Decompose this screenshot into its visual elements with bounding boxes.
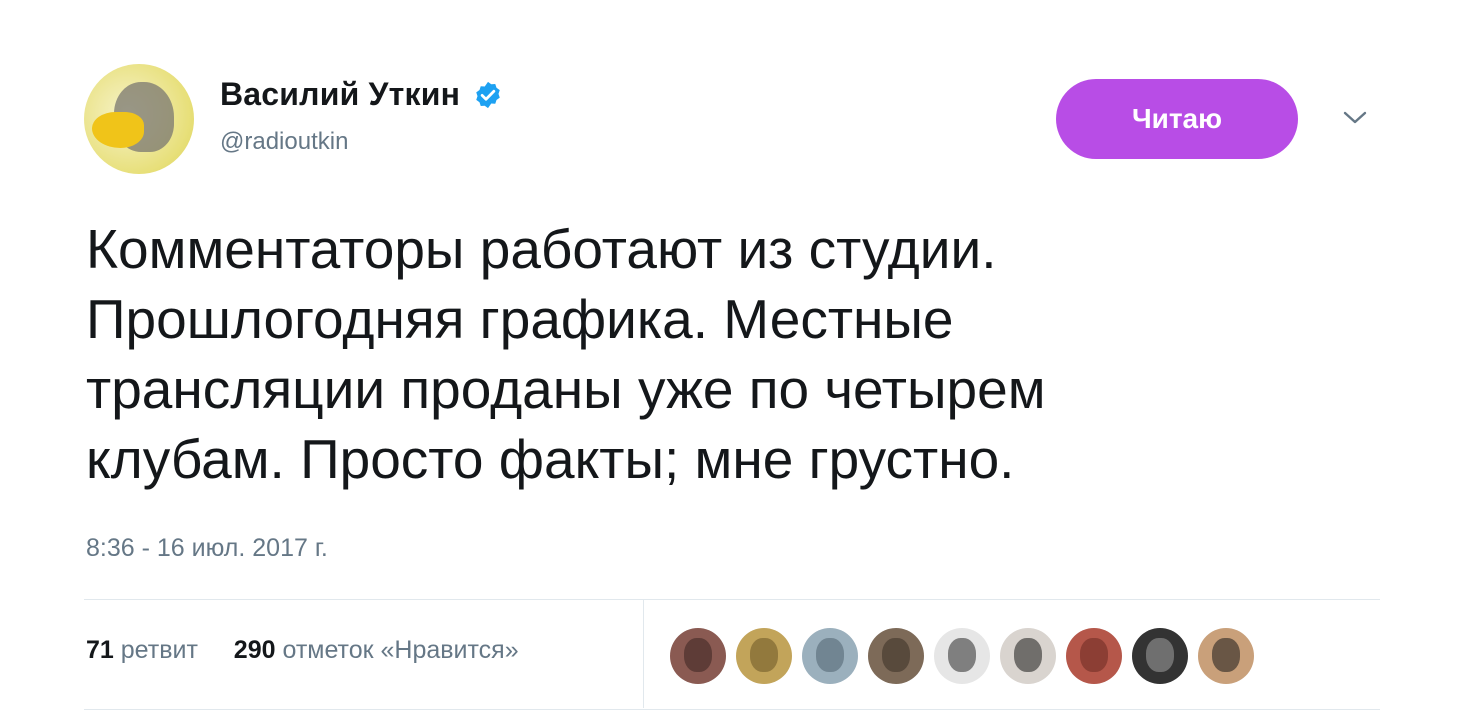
stats-divider [643, 600, 644, 708]
liker-avatars [670, 628, 1254, 684]
liker-avatar[interactable] [670, 628, 726, 684]
liker-avatar[interactable] [1198, 628, 1254, 684]
liker-avatar-figure [684, 638, 712, 672]
liker-avatar-figure [1146, 638, 1174, 672]
author-handle[interactable]: @radioutkin [220, 128, 348, 156]
likes-label: отметок «Нравится» [282, 636, 519, 664]
liker-avatar[interactable] [868, 628, 924, 684]
avatar-duck-beak [92, 112, 144, 148]
liker-avatar[interactable] [934, 628, 990, 684]
tweet-stats: 71 ретвит 290 отметок «Нравится» [86, 636, 519, 665]
likes-count: 290 [233, 636, 276, 664]
liker-avatar-figure [948, 638, 976, 672]
divider [84, 599, 1380, 600]
following-button[interactable]: Читаю [1056, 79, 1298, 159]
liker-avatar[interactable] [1066, 628, 1122, 684]
author-name-row[interactable]: Василий Уткин [220, 76, 503, 113]
author-avatar[interactable] [84, 64, 194, 174]
author-name[interactable]: Василий Уткин [220, 76, 460, 113]
tweet-header: Василий Уткин @radioutkin Читаю [84, 62, 1384, 174]
verified-badge-icon [475, 81, 500, 108]
tweet-text: Комментаторы работают из студии. Прошлог… [86, 218, 1046, 490]
liker-avatar-figure [1080, 638, 1108, 672]
liker-avatar[interactable] [802, 628, 858, 684]
divider [84, 709, 1380, 710]
likes-stat[interactable]: 290 отметок «Нравится» [234, 636, 519, 664]
liker-avatar-figure [1212, 638, 1240, 672]
liker-avatar-figure [750, 638, 778, 672]
liker-avatar[interactable] [1000, 628, 1056, 684]
retweets-label: ретвит [120, 636, 198, 664]
retweets-count: 71 [86, 636, 114, 664]
tweet-timestamp[interactable]: 8:36 - 16 июл. 2017 г. [86, 534, 328, 563]
liker-avatar-figure [816, 638, 844, 672]
liker-avatar-figure [1014, 638, 1042, 672]
liker-avatar[interactable] [736, 628, 792, 684]
retweets-stat[interactable]: 71 ретвит [86, 636, 205, 664]
liker-avatar-figure [882, 638, 910, 672]
liker-avatar[interactable] [1132, 628, 1188, 684]
chevron-down-icon[interactable] [1340, 108, 1370, 128]
